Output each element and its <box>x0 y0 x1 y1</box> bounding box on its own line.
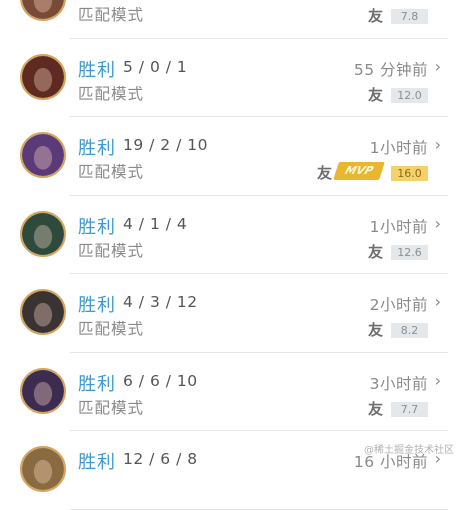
kda-stats: 4 / 1 / 4 <box>123 214 188 233</box>
friend-badge-icon: 友 <box>367 85 383 104</box>
watermark: @稀土掘金技术社区 <box>364 445 454 456</box>
match-result: 胜利 <box>78 138 116 159</box>
champion-avatar <box>20 289 66 335</box>
match-time: 1小时前 <box>369 139 428 157</box>
chevron-right-icon[interactable]: › <box>435 214 441 233</box>
match-time: 55 分钟前 <box>353 60 428 79</box>
match-score: 7.8 <box>391 9 428 24</box>
match-time: 3小时前 <box>369 374 428 393</box>
friend-badge-icon: 友 <box>367 242 383 261</box>
match-row[interactable]: 胜利 5 / 0 / 1 匹配模式 55 分钟前 › 12.0 友 <box>0 39 460 117</box>
match-result: 胜利 <box>78 295 116 316</box>
kda-stats: 6 / 6 / 10 <box>123 371 198 390</box>
champion-avatar <box>20 0 66 21</box>
champion-avatar <box>20 446 66 492</box>
match-score: 7.7 <box>391 401 428 417</box>
kda-stats: 4 / 3 / 12 <box>123 293 198 311</box>
game-mode: 匹配模式 <box>78 320 145 338</box>
match-row[interactable]: 胜利 6 / 6 / 10 匹配模式 3小时前 › 7.7 友 <box>0 353 460 431</box>
chevron-right-icon[interactable]: › <box>435 135 441 154</box>
match-score: 12.6 <box>391 244 428 260</box>
chevron-right-icon[interactable]: › <box>435 57 441 76</box>
match-history-list: 匹配模式 7.8 友胜利 5 / 0 / 1 匹配模式 55 分钟前 › 12.0 友胜利 19 … <box>0 0 460 510</box>
match-row[interactable]: 胜利 4 / 1 / 4 匹配模式 1小时前 › 12.6 友 <box>0 196 460 274</box>
match-score: 16.0 <box>391 166 428 181</box>
mvp-badge-icon: MVP <box>333 162 385 180</box>
champion-avatar <box>20 210 66 257</box>
game-mode: 匹配模式 <box>78 163 145 181</box>
chevron-right-icon[interactable]: › <box>435 371 441 390</box>
match-time: 2小时前 <box>369 296 428 314</box>
friend-badge-icon: 友 <box>367 321 383 339</box>
match-row[interactable]: 匹配模式 7.8 友 <box>0 0 460 39</box>
game-mode: 匹配模式 <box>78 241 145 260</box>
champion-avatar <box>20 367 66 414</box>
kda-stats: 12 / 6 / 8 <box>123 450 198 468</box>
match-result: 胜利 <box>78 59 116 81</box>
row-divider <box>70 508 448 510</box>
match-score: 12.0 <box>391 87 428 103</box>
friend-badge-icon: 友 <box>316 164 332 182</box>
chevron-right-icon[interactable]: › <box>435 292 441 311</box>
match-score: 8.2 <box>391 323 428 338</box>
game-mode: 匹配模式 <box>78 6 145 24</box>
match-time: 1小时前 <box>369 217 428 236</box>
champion-avatar <box>20 132 66 178</box>
game-mode: 匹配模式 <box>78 398 145 417</box>
friend-badge-icon: 友 <box>367 399 383 418</box>
kda-stats: 5 / 0 / 1 <box>123 57 188 76</box>
match-result: 胜利 <box>78 373 116 395</box>
match-result: 胜利 <box>78 452 116 473</box>
champion-avatar <box>20 53 66 100</box>
friend-badge-icon: 友 <box>367 7 383 25</box>
match-result: 胜利 <box>78 216 116 238</box>
match-row[interactable]: 胜利 19 / 2 / 10 匹配模式 1小时前 › 16.0 MVP 友 <box>0 117 460 196</box>
game-mode: 匹配模式 <box>78 84 145 103</box>
match-row[interactable]: 胜利 4 / 3 / 12 匹配模式 2小时前 › 8.2 友 <box>0 274 460 353</box>
kda-stats: 19 / 2 / 10 <box>123 136 208 154</box>
